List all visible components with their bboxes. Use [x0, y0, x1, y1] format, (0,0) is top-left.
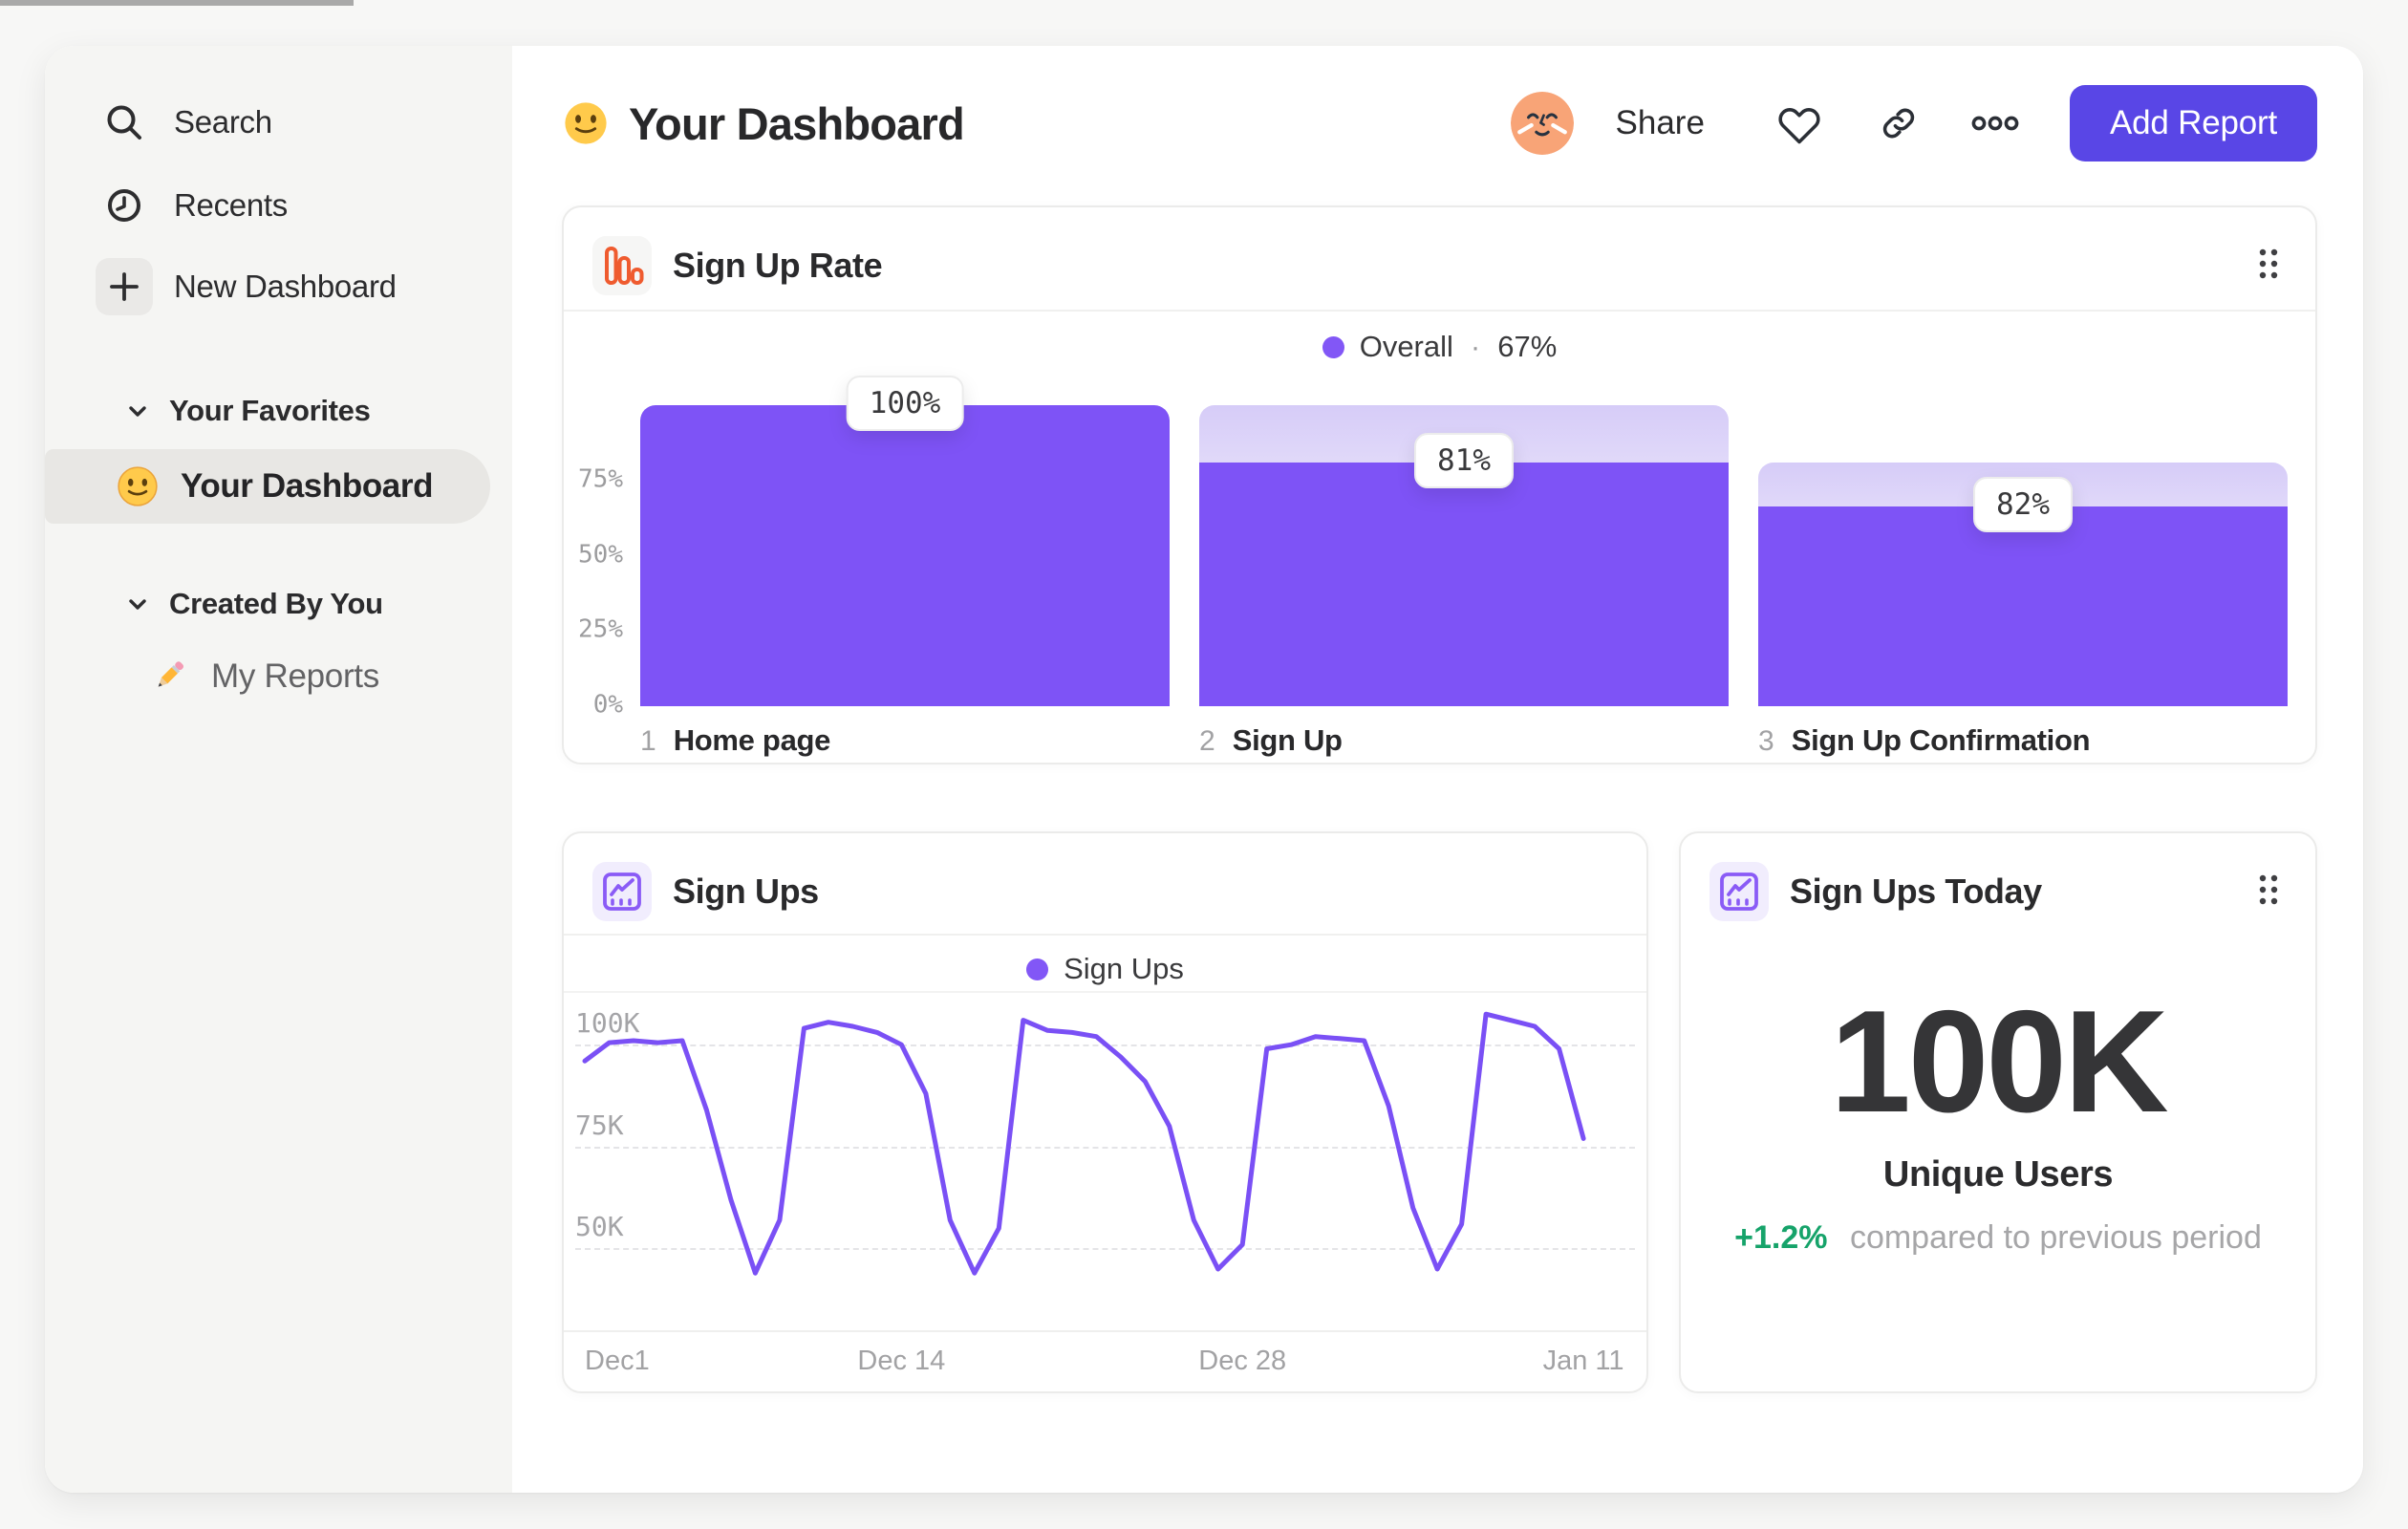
plus-icon — [96, 258, 153, 315]
step-label: 3 Sign Up Confirmation — [1758, 723, 2091, 758]
delta-note: compared to previous period — [1849, 1219, 2262, 1256]
delta-value: +1.2% — [1734, 1219, 1828, 1256]
chevron-down-icon — [125, 592, 150, 616]
window-chrome-artifact — [0, 0, 354, 6]
user-avatar[interactable] — [1510, 92, 1574, 155]
sign-up-rate-card: Sign Up Rate Overall · 67% 75% 50% 25% 0… — [562, 205, 2317, 764]
smiley-emoji-icon — [116, 464, 160, 508]
metric-label: Unique Users — [1882, 1154, 2114, 1195]
bar-solid — [1199, 462, 1729, 706]
sidebar: Search Recents New Dashboard Your Favori… — [45, 46, 512, 1493]
page-title: Your Dashboard — [629, 97, 965, 149]
x-axis-tick: Dec 28 — [1198, 1346, 1287, 1376]
step-number: 3 — [1758, 725, 1774, 757]
sign-ups-card: Sign Ups Sign Ups 100K 75K 50K Dec1 Dec … — [562, 831, 1648, 1393]
x-axis-tick: Dec 14 — [857, 1346, 946, 1376]
step-name: Sign Up — [1232, 723, 1343, 757]
line-chart-icon — [592, 862, 652, 921]
sidebar-item-label: My Reports — [211, 657, 379, 695]
section-header-label: Your Favorites — [169, 394, 371, 427]
value-tooltip: 81% — [1414, 433, 1514, 488]
sign-ups-line-chart — [582, 1011, 1586, 1276]
sidebar-section-your-favorites[interactable]: Your Favorites — [45, 390, 371, 432]
sidebar-item-label: Your Dashboard — [181, 467, 434, 505]
drag-handle-icon[interactable] — [2250, 866, 2287, 918]
step-number: 2 — [1199, 725, 1215, 757]
sidebar-item-label: Recents — [174, 187, 288, 223]
sidebar-item-recents[interactable]: Recents — [45, 171, 512, 240]
sidebar-section-created-by-you[interactable]: Created By You — [45, 583, 383, 625]
metric-delta-row: +1.2% compared to previous period — [1681, 1219, 2315, 1257]
card-title: Sign Ups Today — [1790, 872, 2042, 911]
pencil-emoji-icon — [148, 656, 190, 698]
value-tooltip: 82% — [1973, 477, 2073, 532]
funnel-bar-sign-up-confirmation[interactable] — [1758, 207, 2288, 706]
favorite-heart-icon[interactable] — [1777, 101, 1821, 145]
y-axis-tick: 0% — [592, 690, 623, 720]
card-title: Sign Ups — [673, 872, 819, 911]
section-header-label: Created By You — [169, 587, 383, 620]
x-axis: Dec1 Dec 14 Dec 28 Jan 11 — [564, 1330, 1646, 1395]
divider — [564, 991, 1646, 993]
divider — [564, 934, 1646, 936]
line-chart-icon — [1709, 862, 1769, 921]
step-name: Sign Up Confirmation — [1791, 723, 2091, 757]
legend-dot — [1026, 958, 1049, 980]
search-icon — [96, 94, 153, 151]
sidebar-item-label: New Dashboard — [174, 269, 397, 304]
chevron-down-icon — [125, 398, 150, 423]
y-axis-tick: 75% — [578, 464, 623, 494]
share-button[interactable]: Share — [1616, 104, 1705, 142]
y-axis-tick: 25% — [578, 614, 623, 644]
step-label: 2 Sign Up — [1199, 723, 1343, 758]
step-name: Home page — [673, 723, 831, 757]
x-axis-tick: Jan 11 — [1542, 1346, 1624, 1376]
x-axis-tick: Dec1 — [585, 1346, 650, 1376]
more-options-icon[interactable] — [1970, 101, 2020, 145]
value-tooltip: 100% — [846, 376, 964, 431]
step-number: 1 — [640, 725, 656, 757]
sidebar-item-your-dashboard[interactable]: Your Dashboard — [45, 449, 490, 524]
funnel-bar-home-page[interactable] — [640, 207, 1170, 706]
copy-link-icon[interactable] — [1877, 101, 1921, 145]
bar-solid — [1758, 506, 2288, 706]
sidebar-item-label: Search — [174, 104, 272, 140]
sidebar-item-search[interactable]: Search — [45, 88, 512, 157]
sidebar-item-new-dashboard[interactable]: New Dashboard — [45, 252, 512, 321]
metric-value: 100K — [1830, 980, 2168, 1143]
app-window: Search Recents New Dashboard Your Favori… — [45, 46, 2363, 1493]
page-header: Your Dashboard Share Add Report — [562, 84, 2317, 162]
sidebar-item-my-reports[interactable]: My Reports — [45, 642, 379, 711]
main-content: Your Dashboard Share Add Report Sign Up … — [512, 46, 2363, 1493]
add-report-button[interactable]: Add Report — [2069, 85, 2317, 162]
clock-icon — [96, 177, 153, 234]
bar-solid — [640, 405, 1170, 706]
y-axis-tick: 50% — [578, 540, 623, 570]
line-plot-area: 100K 75K 50K — [564, 996, 1646, 1330]
legend-label: Sign Ups — [1064, 952, 1184, 985]
step-label: 1 Home page — [640, 723, 830, 758]
bar-ghost — [640, 405, 1170, 706]
line-legend[interactable]: Sign Ups — [564, 948, 1646, 990]
sign-ups-today-card: Sign Ups Today 100K Unique Users +1.2% c… — [1679, 831, 2317, 1393]
smiley-emoji-icon — [562, 99, 610, 147]
